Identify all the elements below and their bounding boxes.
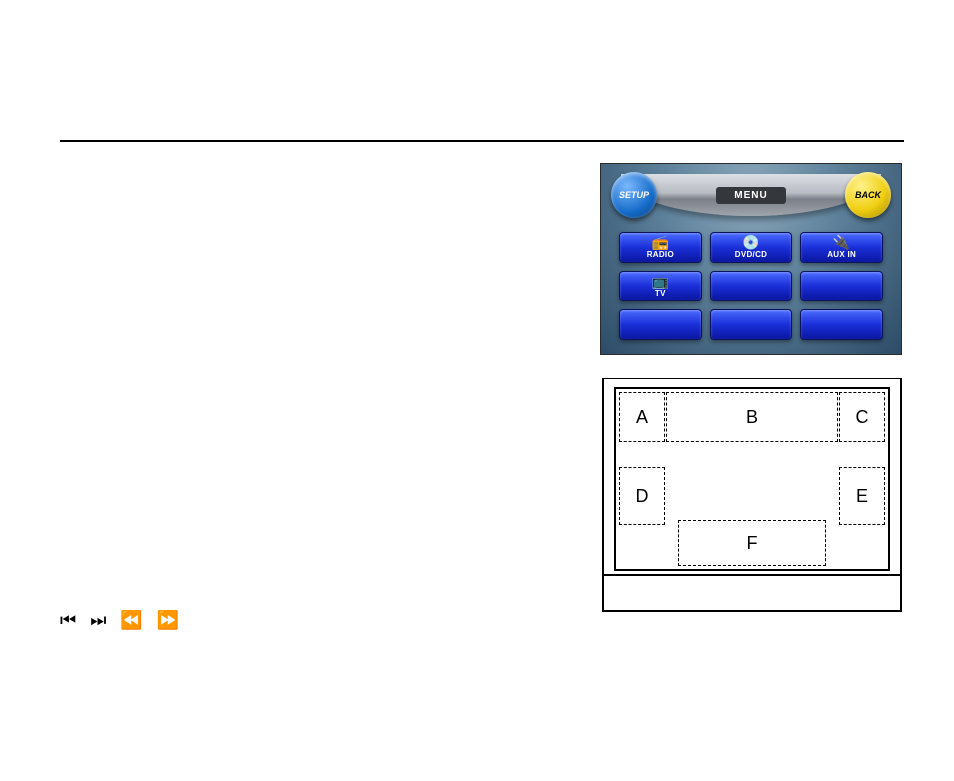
horizontal-rule: [60, 140, 904, 142]
zone-label: A: [636, 407, 648, 428]
disc-icon: 💿: [742, 235, 760, 249]
fast-forward-icon: ⏩: [157, 610, 179, 631]
tile-empty[interactable]: [800, 271, 883, 302]
diagram-bezel-bottom: [604, 574, 900, 610]
tile-radio[interactable]: 📻 RADIO: [619, 232, 702, 263]
tile-empty[interactable]: [619, 309, 702, 340]
diagram-screen-area: A B C D E F: [614, 387, 890, 571]
zone-d: D: [619, 467, 665, 525]
tile-aux-in[interactable]: 🔌 AUX IN: [800, 232, 883, 263]
skip-back-icon: ⏮: [60, 610, 76, 631]
menu-banner-label: MENU: [716, 187, 785, 204]
zone-b: B: [666, 392, 838, 442]
menu-grid: 📻 RADIO 💿 DVD/CD 🔌 AUX IN 📺 TV: [619, 232, 883, 340]
zone-label: D: [636, 486, 649, 507]
tile-dvd-cd[interactable]: 💿 DVD/CD: [710, 232, 793, 263]
back-button-label: BACK: [855, 190, 881, 200]
tile-label: TV: [655, 289, 666, 298]
tile-tv[interactable]: 📺 TV: [619, 271, 702, 302]
zone-a: A: [619, 392, 665, 442]
rewind-icon: ⏪: [120, 610, 142, 631]
tile-label: DVD/CD: [735, 250, 767, 259]
back-button[interactable]: BACK: [845, 172, 891, 218]
tile-empty[interactable]: [710, 309, 793, 340]
tile-empty[interactable]: [710, 271, 793, 302]
zone-label: E: [856, 486, 868, 507]
tile-empty[interactable]: [800, 309, 883, 340]
zone-c: C: [839, 392, 885, 442]
touch-zone-diagram: A B C D E F: [602, 378, 902, 612]
setup-button-label: SETUP: [619, 190, 649, 200]
radio-icon: 📻: [651, 235, 669, 249]
menu-banner: MENU: [621, 174, 881, 216]
zone-label: C: [856, 407, 869, 428]
aux-icon: 🔌: [833, 235, 851, 249]
skip-forward-icon: ⏭: [90, 610, 106, 631]
zone-e: E: [839, 467, 885, 525]
menu-screenshot: MENU SETUP BACK 📻 RADIO 💿 DVD/CD 🔌 AUX I…: [600, 163, 902, 355]
zone-f: F: [678, 520, 826, 566]
transport-icons-row: ⏮ ⏭ ⏪ ⏩: [60, 610, 179, 631]
tile-label: AUX IN: [827, 250, 856, 259]
tv-icon: 📺: [651, 274, 669, 288]
zone-label: B: [746, 407, 758, 428]
setup-button[interactable]: SETUP: [611, 172, 657, 218]
zone-label: F: [747, 533, 758, 554]
diagram-outer-frame: A B C D E F: [602, 378, 902, 612]
tile-label: RADIO: [647, 250, 674, 259]
